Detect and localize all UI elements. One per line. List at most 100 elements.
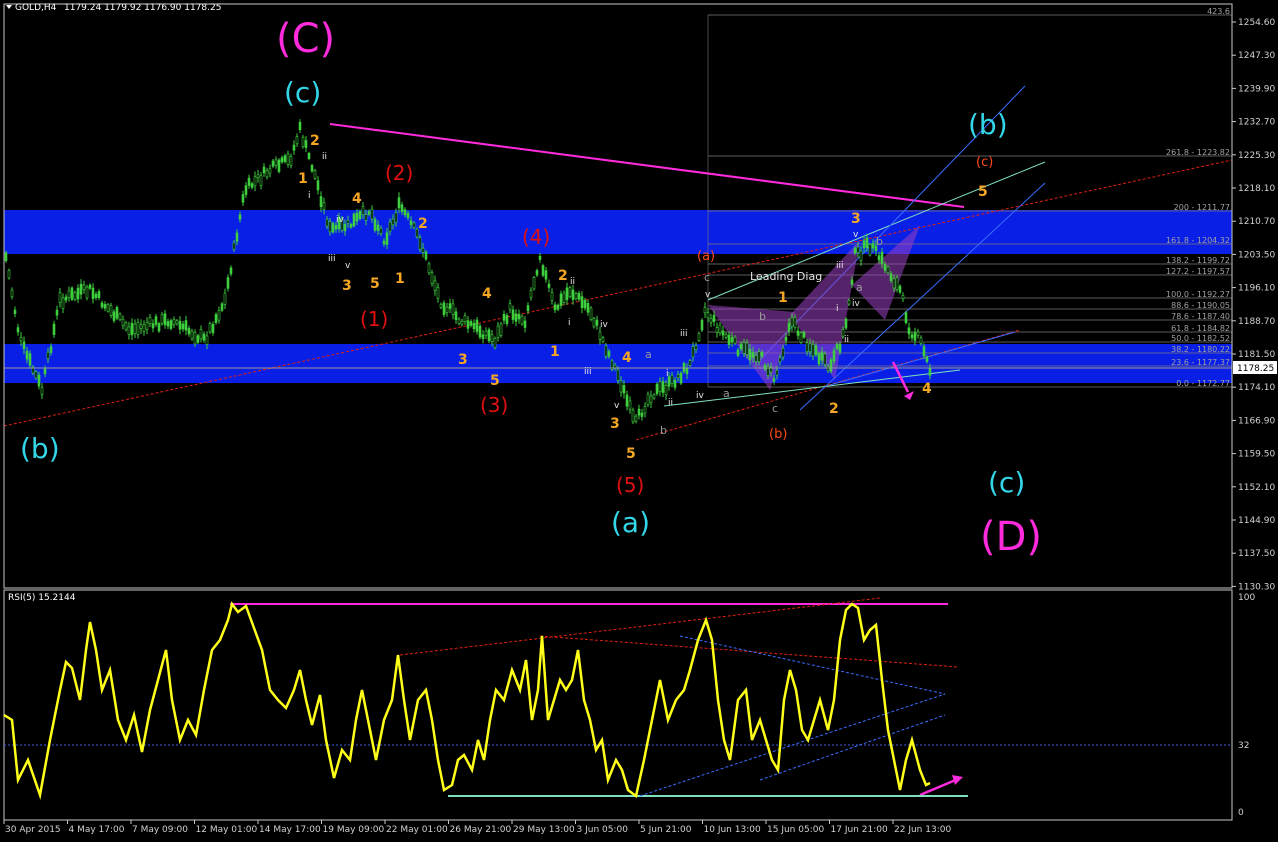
menu-down-icon[interactable] — [6, 5, 12, 9]
wave-count-label: iv — [600, 320, 609, 330]
candle-body — [370, 208, 374, 220]
candle-body — [724, 333, 728, 338]
candle-body — [223, 292, 227, 305]
candle-body — [529, 290, 533, 298]
candle-body — [880, 251, 884, 264]
candle-body — [49, 346, 53, 353]
candle-body — [286, 153, 290, 165]
candle-body — [625, 394, 629, 407]
time-axis: 30 Apr 2015 4 May 17:00 7 May 09:00 12 May … — [3, 820, 951, 835]
candle-body — [835, 343, 839, 350]
candle-body — [214, 314, 218, 323]
candle-body — [847, 299, 851, 305]
candle-body — [319, 196, 323, 208]
candle-body — [88, 284, 92, 289]
candle-body — [850, 279, 854, 285]
rsi-label: RSI(5) 15.2144 — [8, 593, 76, 603]
candle-body — [784, 337, 788, 341]
candle-body — [688, 360, 692, 366]
candle-body — [499, 323, 503, 336]
candle-body — [151, 323, 155, 329]
candle-body — [796, 330, 800, 336]
candle-body — [196, 335, 200, 343]
wave-count-label: a — [856, 281, 863, 294]
wave-count-label: 2 — [418, 216, 428, 232]
candle-body — [361, 206, 365, 215]
candle-body — [496, 325, 500, 338]
candle-body — [838, 344, 842, 353]
price-tick-label: 1239.90 — [1238, 84, 1275, 94]
wave-count-label: ii — [668, 398, 673, 408]
candle-body — [652, 394, 656, 399]
candle-body — [79, 283, 83, 295]
candle-body — [4, 252, 8, 262]
candle-body — [592, 318, 596, 328]
candle-body — [427, 263, 431, 274]
candle-body — [526, 305, 530, 312]
candle-body — [274, 159, 278, 166]
time-tick-label: 14 May 17:00 — [259, 825, 321, 835]
candle-body — [178, 320, 182, 330]
candle-body — [346, 219, 350, 224]
candle-body — [484, 330, 488, 336]
candle-body — [28, 353, 32, 366]
candle-body — [562, 292, 566, 303]
candle-body — [739, 343, 743, 350]
candle-body — [445, 306, 449, 313]
wave-count-label: 3 — [458, 352, 468, 368]
symbol-label: GOLD,H4 — [15, 3, 57, 13]
wave-label-b-small: (b) — [769, 427, 787, 442]
candle-body — [793, 317, 797, 328]
candle-body — [310, 165, 314, 172]
candle-body — [193, 332, 197, 345]
candle-body — [910, 334, 914, 339]
candle-body — [646, 393, 650, 405]
candle-body — [799, 332, 803, 343]
candle-body — [394, 212, 398, 223]
candle-body — [817, 353, 821, 365]
candle-body — [82, 284, 86, 290]
candle-body — [409, 220, 413, 225]
candle-body — [181, 323, 185, 330]
candle-body — [421, 247, 425, 253]
candle-body — [190, 330, 194, 339]
candle-body — [343, 224, 347, 232]
candle-body — [760, 351, 764, 357]
candle-body — [472, 322, 476, 329]
time-tick-label: 15 Jun 05:00 — [767, 825, 824, 835]
price-chart[interactable]: 423.6261.8 - 1223.82200 - 1211.77161.8 -… — [0, 0, 1278, 842]
candle-body — [727, 334, 731, 345]
fib-level-label: 23.6 - 1177.37 — [1171, 358, 1230, 367]
candle-body — [259, 175, 263, 186]
candle-body — [331, 223, 335, 233]
wave-label-5-red: (5) — [616, 473, 644, 497]
candle-body — [262, 166, 266, 174]
candle-body — [811, 344, 815, 357]
candle-body — [208, 323, 212, 333]
wave-count-label: ii — [322, 152, 327, 162]
candle-body — [775, 370, 779, 376]
candle-body — [376, 224, 380, 231]
candle-body — [583, 299, 587, 309]
candle-body — [43, 368, 47, 375]
time-tick-label: 30 Apr 2015 — [5, 825, 61, 835]
chart-window: 423.6 261.8 - 1223.82 200 - 1211.77 161.8 -… — [0, 0, 1278, 842]
candle-body — [457, 318, 461, 324]
wave-count-label: ii — [844, 335, 849, 345]
ohlc-readout: 1179.24 1179.92 1176.90 1178.25 — [64, 3, 221, 13]
candle-body — [25, 350, 29, 360]
candle-body — [94, 293, 98, 298]
candle-body — [364, 214, 368, 221]
candle-body — [514, 313, 518, 322]
candle-body — [643, 406, 647, 414]
candle-body — [475, 319, 479, 332]
candle-body — [13, 309, 17, 315]
candle-body — [304, 140, 308, 148]
wave-count-label: 5 — [978, 184, 988, 200]
candle-body — [358, 211, 362, 219]
candle-body — [106, 304, 110, 312]
fib-level-label: 161.8 - 1204.32 — [1166, 236, 1230, 245]
candle-body — [883, 264, 887, 271]
time-tick-label: 7 May 09:00 — [132, 825, 188, 835]
candle-body — [607, 351, 611, 357]
